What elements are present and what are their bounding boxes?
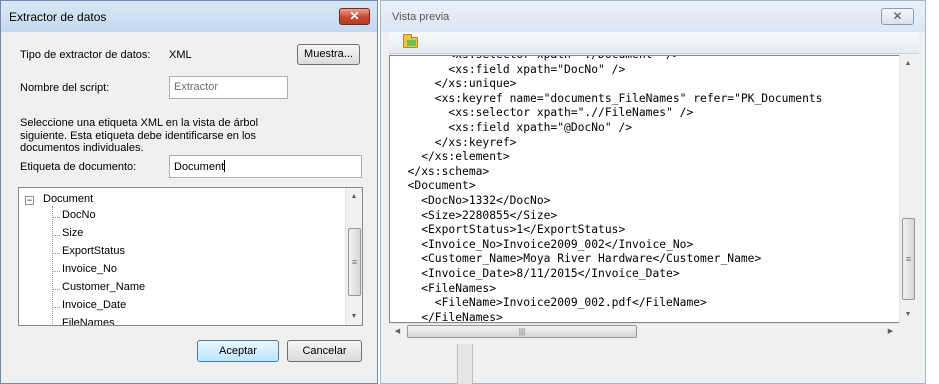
close-icon[interactable]: ✕ [339,8,370,25]
scroll-left-arrow-icon[interactable]: ◀ [389,324,406,339]
code-line: </xs:keyref> [394,135,517,149]
tree-item[interactable]: Customer_Name [62,281,145,297]
preview-horizontal-scrollbar[interactable]: ◀ ||| ▶ [389,323,899,338]
scroll-down-arrow-icon[interactable]: ▼ [900,306,916,323]
sample-button[interactable]: Muestra... [297,44,360,65]
instructions-text: Seleccione una etiqueta XML en la vista … [20,117,259,154]
document-tag-input[interactable]: Document [169,155,362,178]
scroll-up-arrow-icon[interactable]: ▲ [900,55,916,72]
tree-item[interactable]: Invoice_No [62,263,117,279]
scroll-down-arrow-icon[interactable]: ▼ [346,308,362,325]
preview-window: Vista previa ✕ <xs:selector xpath="./Doc… [380,0,926,384]
xml-tree-view[interactable]: − Document DocNo Size ExportStatus Invoice_… [18,187,363,326]
extractor-type-value: XML [169,49,192,61]
tree-connector [53,235,60,236]
preview-vertical-scrollbar[interactable]: ▲ ≡ ▼ [899,55,916,323]
document-tag-label: Etiqueta de documento: [20,161,137,173]
script-name-label: Nombre del script: [20,82,110,94]
tree-item[interactable]: FileNames [62,317,115,325]
tree-vertical-scrollbar[interactable]: ▲ ≡ ▼ [345,188,362,325]
tree-connector [53,253,60,254]
data-extractor-dialog: Extractor de datos ✕ Tipo de extractor d… [0,0,378,384]
document-tag-value: Document [174,161,225,173]
preview-toolbar [389,32,919,54]
code-line: <xs:selector xpath=".//FileNames" /> [394,106,694,120]
code-line: <DocNo>1332</DocNo> [394,193,551,207]
tree-connector [53,271,60,272]
code-line: <xs:field xpath="DocNo" /> [394,62,626,76]
extractor-type-label: Tipo de extractor de datos: [20,49,151,61]
accept-button[interactable]: Aceptar [197,340,279,362]
code-line: <Document> [394,179,476,193]
tree-item[interactable]: Size [62,227,83,243]
code-line: </xs:element> [394,150,510,164]
tree-item[interactable]: ExportStatus [62,245,125,261]
text-caret [224,160,226,172]
xml-code-lines: <xs:selector xpath="./Document" /> <xs:f… [394,56,823,323]
code-line: <Invoice_No>Invoice2009_002</Invoice_No> [394,237,694,251]
tree-connector [53,307,60,308]
cancel-button[interactable]: Cancelar [287,340,362,362]
collapse-icon[interactable]: − [25,196,34,205]
background-panel-edge [457,344,473,384]
script-name-input[interactable]: Extractor [169,76,288,99]
code-line: <Customer_Name>Moya River Hardware</Cust… [394,252,762,266]
scroll-thumb[interactable]: ≡ [348,228,361,296]
scroll-right-arrow-icon[interactable]: ▶ [882,324,899,339]
code-line: </FileNames> [394,310,503,323]
code-line: <xs:field xpath="@DocNo" /> [394,120,633,134]
tree-connector [53,217,60,218]
xml-preview-pane[interactable]: <xs:selector xpath="./Document" /> <xs:f… [389,55,907,323]
code-line: <FileNames> [394,281,497,295]
tree-item[interactable]: Invoice_Date [62,299,126,315]
tree-connector [53,289,60,290]
code-line: <FileName>Invoice2009_002.pdf</FileName> [394,296,707,310]
tree-item[interactable]: DocNo [62,209,96,225]
preview-title: Vista previa [392,11,450,23]
dialog-title-bar[interactable]: Extractor de datos ✕ [1,1,377,32]
close-icon[interactable]: ✕ [881,8,914,25]
tree-connector [53,325,60,326]
code-line: <ExportStatus>1</ExportStatus> [394,223,626,237]
scroll-thumb[interactable]: ||| [407,325,637,338]
tree-root-label: Document [43,193,94,205]
code-line: <Size>2280855</Size> [394,208,558,222]
tree-connector [52,206,53,325]
code-line: <Invoice_Date>8/11/2015</Invoice_Date> [394,266,680,280]
preview-title-bar[interactable]: Vista previa ✕ [381,1,925,32]
code-line: <xs:keyref name="documents_FileNames" re… [394,91,823,105]
scroll-up-arrow-icon[interactable]: ▲ [346,188,362,205]
code-line: </xs:schema> [394,164,490,178]
dialog-title: Extractor de datos [9,10,107,24]
code-line: <xs:selector xpath="./Document" /> [394,56,822,63]
folder-open-icon[interactable] [403,34,418,48]
code-line: </xs:unique> [394,77,517,91]
scroll-thumb[interactable]: ≡ [902,218,915,300]
